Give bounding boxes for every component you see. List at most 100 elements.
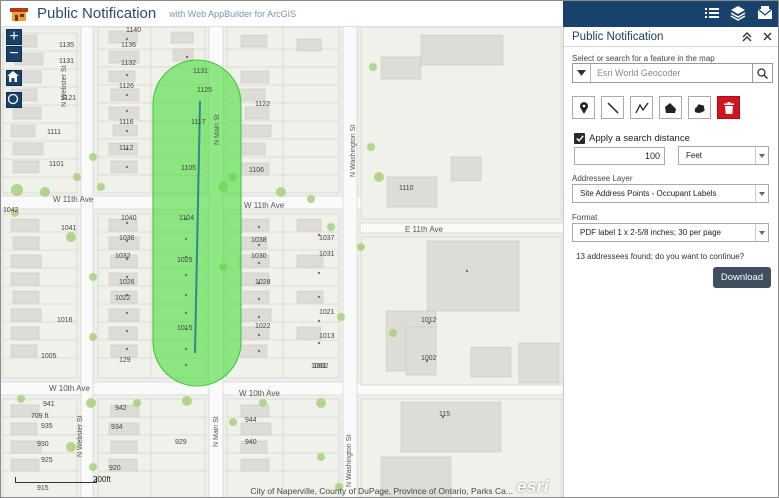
search-label: Select or search for a feature in the ma…	[572, 54, 715, 63]
close-icon	[763, 32, 771, 41]
addressee-layer-value: Site Address Points - Occupant Labels	[580, 189, 717, 198]
addressee-layer-select[interactable]: Site Address Points - Occupant Labels	[572, 184, 769, 203]
download-button[interactable]: Download	[713, 267, 771, 288]
address-label: 930	[37, 441, 49, 448]
zoom-in-button[interactable]: +	[6, 29, 22, 45]
line-icon	[606, 101, 619, 114]
result-message: 13 addressees found; do you want to cont…	[576, 252, 745, 261]
address-label: 1131	[193, 68, 209, 75]
distance-unit-select[interactable]: Feet	[678, 146, 769, 165]
street-label-n-main-st: N Main St	[214, 114, 221, 145]
address-label: 1122	[255, 101, 271, 108]
caret-down-icon	[759, 191, 765, 196]
layers-icon[interactable]	[730, 5, 746, 21]
address-label: 1013	[319, 333, 335, 340]
address-label: 920	[109, 465, 121, 472]
format-label: Format	[572, 213, 598, 222]
street-label-n-webster-st-south: N Webster St	[77, 415, 84, 458]
address-label: 1016	[57, 317, 73, 324]
address-label: 1117	[191, 119, 206, 126]
format-select[interactable]: PDF label 1 x 2-5/8 inches; 30 per page	[572, 223, 769, 242]
draw-tools	[572, 96, 740, 119]
zoom-out-button[interactable]: −	[6, 46, 22, 62]
address-label: 1005	[41, 353, 57, 360]
delete-tool[interactable]	[717, 96, 740, 119]
address-label: 1121	[61, 95, 77, 102]
home-icon	[7, 71, 19, 82]
address-label: 934	[111, 424, 123, 431]
point-tool[interactable]	[572, 96, 595, 119]
list-icon[interactable]	[704, 5, 720, 21]
widget-toolbar	[563, 1, 778, 27]
address-label: 1106	[249, 167, 265, 174]
locate-icon	[7, 93, 19, 105]
search-icon	[757, 67, 768, 79]
app-header: Public Notification with Web AppBuilder …	[1, 1, 563, 27]
checkmark-icon	[575, 135, 584, 142]
search-box	[572, 63, 773, 83]
polygon-tool[interactable]	[659, 96, 682, 119]
street-label-w-11th-ave-east: W 11th Ave	[244, 201, 285, 210]
polygon-icon	[665, 102, 676, 113]
address-label: 1105	[181, 165, 197, 172]
address-label: 709 ft	[31, 413, 49, 420]
address-label: 1140	[126, 27, 142, 34]
address-label: 1032	[115, 253, 131, 260]
street-label-w-10th-ave: W 10th Ave	[49, 384, 90, 393]
polyline-tool[interactable]	[630, 96, 653, 119]
collapse-button[interactable]	[740, 30, 754, 44]
esri-logo: esri	[516, 477, 549, 496]
locate-button[interactable]	[6, 92, 22, 108]
envelope-icon[interactable]	[757, 5, 773, 21]
address-label: 1040	[121, 215, 137, 222]
freehand-polygon-tool[interactable]	[688, 96, 711, 119]
app-subtitle: with Web AppBuilder for ArcGIS	[169, 8, 297, 19]
address-label: 1036	[119, 235, 135, 242]
address-label: 1042	[3, 207, 19, 214]
map-pin-icon	[579, 101, 588, 114]
address-label: 1021	[319, 309, 335, 316]
address-label: 915	[37, 485, 49, 492]
address-label: 929	[175, 439, 187, 446]
app-title: Public Notification	[37, 5, 157, 22]
address-label: 1112	[119, 145, 134, 152]
street-label-e-11th-ave: E 11th Ave	[405, 225, 443, 234]
scale-label: 200ft	[93, 475, 111, 484]
address-label: 1136	[121, 42, 137, 49]
address-label: 1131	[59, 58, 75, 65]
search-button[interactable]	[752, 64, 772, 82]
address-label: 115	[439, 411, 451, 418]
format-value: PDF label 1 x 2-5/8 inches; 30 per page	[580, 228, 721, 237]
address-label: 1101	[49, 161, 65, 168]
map-attribution: City of Naperville, County of DuPage, Pr…	[250, 486, 513, 496]
double-chevron-up-icon	[742, 31, 752, 41]
line-tool[interactable]	[601, 96, 624, 119]
address-label: 925	[41, 457, 53, 464]
address-label: 1037	[319, 235, 335, 242]
trash-icon	[723, 101, 734, 114]
search-source-dropdown[interactable]	[573, 64, 591, 82]
address-label: 940	[245, 439, 257, 446]
address-label: 1132	[121, 60, 137, 67]
map-view[interactable]: W 11th Ave W 11th Ave E 11th Ave W 10th …	[1, 27, 563, 497]
freehand-polygon-icon	[694, 103, 705, 113]
address-label: 944	[245, 417, 257, 424]
address-label: 1022	[115, 295, 131, 302]
distance-input[interactable]: 100	[574, 147, 665, 165]
home-button[interactable]	[6, 70, 22, 86]
address-label: 1110	[399, 185, 414, 192]
caret-down-icon	[759, 230, 765, 235]
search-distance-row: Apply a search distance	[574, 133, 690, 144]
caret-down-icon	[577, 70, 586, 76]
basemap	[1, 27, 563, 497]
panel-header: Public Notification	[564, 27, 778, 47]
street-label-w-10th-ave-east: W 10th Ave	[239, 389, 280, 398]
close-button[interactable]	[760, 30, 774, 44]
address-label: 1026	[119, 279, 135, 286]
addressee-layer-label: Addressee Layer	[572, 174, 633, 183]
search-distance-label: Apply a search distance	[589, 133, 690, 144]
address-label: 1116	[119, 119, 134, 126]
address-label: 1025	[177, 257, 193, 264]
search-distance-checkbox[interactable]	[574, 133, 585, 144]
search-input[interactable]	[591, 64, 752, 82]
